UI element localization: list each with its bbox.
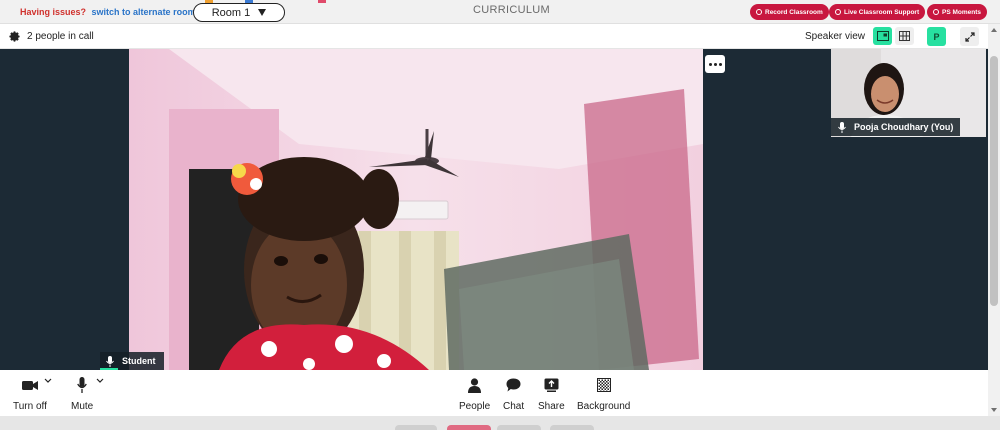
chevron-down-icon[interactable] [96, 378, 104, 384]
view-mode-label: Speaker view [805, 31, 866, 42]
scroll-down-icon[interactable] [991, 408, 997, 412]
gear-icon[interactable] [8, 30, 21, 43]
dropdown-triangle-icon [258, 9, 267, 16]
scrollbar-thumb[interactable] [990, 56, 998, 306]
live-support-label: Live Classroom Support [844, 8, 920, 16]
turn-off-label: Turn off [13, 401, 47, 412]
tab-decoration [318, 0, 326, 3]
more-dots-icon [708, 62, 712, 66]
people-label: People [459, 401, 491, 412]
page-title: CURRICULUM [473, 4, 550, 16]
video-camera-icon [21, 380, 38, 390]
room-select-value: Room 1 [211, 6, 251, 19]
video-stage: Student Pooja Choudhary (You) [0, 49, 988, 370]
people-icon [468, 377, 482, 393]
record-icon [756, 9, 762, 15]
main-video-feed [129, 49, 703, 370]
mute-label: Mute [71, 401, 94, 412]
scrollbar[interactable] [988, 24, 1000, 416]
chat-label: Chat [503, 401, 525, 412]
call-header: 2 people in call Speaker view [0, 24, 988, 49]
grid-view-icon [899, 31, 910, 41]
chat-button[interactable]: Chat [503, 376, 524, 412]
chevron-down-icon[interactable] [44, 378, 52, 384]
record-classroom-label: Record Classroom [765, 8, 823, 16]
background-button[interactable]: Background [577, 376, 630, 412]
fullscreen-button[interactable] [960, 27, 979, 46]
ps-moments-button[interactable]: PS Moments [927, 4, 988, 20]
call-controls: Turn off Mute People Chat Share Backgrou… [0, 370, 988, 416]
student-video-frame [129, 49, 703, 370]
mic-icon [106, 355, 114, 367]
live-support-button[interactable]: Live Classroom Support [829, 4, 926, 20]
record-classroom-button[interactable]: Record Classroom [750, 4, 829, 20]
background-icon [596, 378, 611, 392]
expand-icon [964, 31, 975, 42]
bottom-strip [0, 416, 1000, 430]
microphone-icon [77, 377, 87, 393]
room-select[interactable]: Room 1 [193, 3, 285, 22]
issues-text: Having issues? [20, 7, 87, 17]
issues-notice: Having issues? switch to alternate room [20, 7, 196, 17]
more-options-button[interactable] [705, 55, 725, 73]
grid-view-button[interactable] [895, 27, 914, 45]
turn-off-camera-button[interactable]: Turn off [13, 376, 47, 412]
chat-bubble-icon [506, 378, 521, 392]
moments-icon [933, 9, 939, 15]
scroll-up-icon[interactable] [991, 28, 997, 32]
speaker-view-button[interactable] [873, 27, 892, 45]
people-count: 2 people in call [27, 31, 94, 42]
share-button[interactable]: Share [538, 376, 565, 412]
bottom-tab [395, 425, 437, 430]
bottom-tab [447, 425, 491, 430]
support-icon [835, 9, 841, 15]
self-name-tag: Pooja Choudhary (You) [831, 118, 961, 136]
student-name: Student [122, 356, 156, 366]
background-label: Background [577, 401, 631, 412]
ps-moments-label: PS Moments [942, 8, 982, 16]
mute-button[interactable]: Mute [71, 376, 93, 412]
participant-avatar-badge[interactable]: P [927, 27, 946, 46]
mic-icon [838, 121, 846, 133]
bottom-tab [497, 425, 541, 430]
student-name-tag: Student [100, 352, 164, 370]
self-name: Pooja Choudhary (You) [854, 122, 954, 132]
alternate-room-link[interactable]: switch to alternate room [92, 7, 196, 17]
speaker-view-icon [876, 31, 889, 41]
people-button[interactable]: People [459, 376, 490, 412]
share-screen-icon [544, 378, 559, 392]
share-label: Share [538, 401, 565, 412]
bottom-tab [550, 425, 594, 430]
top-bar: Having issues? switch to alternate room … [0, 0, 1000, 24]
